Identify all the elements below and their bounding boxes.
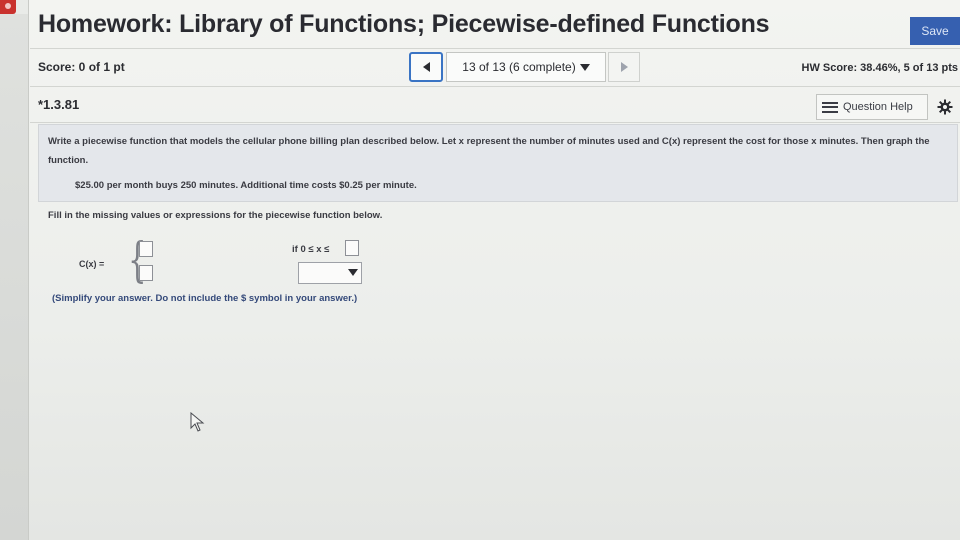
score-text: Score: 0 of 1 pt	[38, 60, 125, 74]
condition-2-dropdown[interactable]	[298, 262, 362, 284]
chevron-left-icon	[422, 62, 430, 72]
divider	[30, 48, 960, 49]
settings-button[interactable]	[932, 94, 958, 120]
chevron-right-icon	[620, 62, 628, 72]
next-question-button[interactable]	[608, 52, 640, 82]
condition-1-label: if 0 ≤ x ≤	[292, 244, 330, 255]
question-select-label: 13 of 13 (6 complete)	[462, 60, 576, 74]
piece-1-expression-input[interactable]	[139, 241, 153, 257]
piece-2-expression-input[interactable]	[139, 265, 153, 281]
caret-down-icon	[348, 269, 358, 276]
caret-down-icon	[579, 63, 590, 71]
divider	[30, 86, 960, 87]
question-select[interactable]: 13 of 13 (6 complete)	[446, 52, 606, 82]
fill-instruction: Fill in the missing values or expression…	[48, 210, 383, 221]
left-edge	[0, 14, 28, 540]
question-help-label: Question Help	[843, 101, 913, 113]
app-icon	[0, 0, 16, 14]
page-title: Homework: Library of Functions; Piecewis…	[38, 10, 770, 38]
question-help-button[interactable]: Question Help	[816, 94, 928, 120]
divider	[30, 122, 960, 123]
problem-prompt: Write a piecewise function that models t…	[48, 136, 930, 166]
function-label: C(x) =	[79, 259, 105, 269]
condition-1-upper-input[interactable]	[345, 240, 359, 256]
list-icon	[822, 101, 838, 113]
question-id: *1.3.81	[38, 97, 80, 112]
simplify-note: (Simplify your answer. Do not include th…	[52, 293, 358, 304]
plan-info: $25.00 per month buys 250 minutes. Addit…	[75, 180, 417, 191]
save-button[interactable]: Save	[910, 17, 960, 45]
previous-question-button[interactable]	[409, 52, 443, 82]
hw-score-text: HW Score: 38.46%, 5 of 13 pts	[801, 62, 959, 74]
gear-icon	[937, 99, 953, 115]
mouse-cursor-icon	[190, 412, 205, 432]
